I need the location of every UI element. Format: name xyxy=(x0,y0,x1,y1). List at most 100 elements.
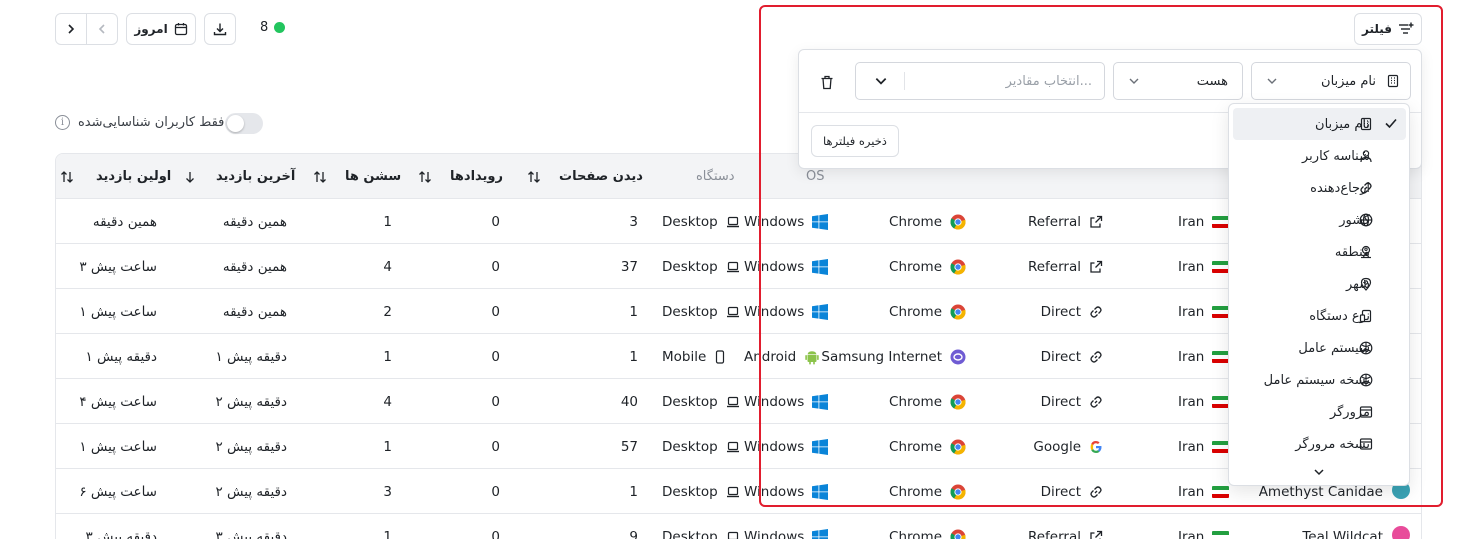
external-link-icon xyxy=(1090,530,1103,539)
first-visit-cell: ۳ ساعت پیش xyxy=(79,258,157,275)
trash-icon xyxy=(821,75,833,89)
live-status-dot xyxy=(274,22,286,33)
check-icon xyxy=(1384,116,1398,130)
filter-field-option[interactable]: کشور xyxy=(1233,204,1406,236)
filter-field-option[interactable]: شناسه کاربر xyxy=(1233,140,1406,172)
column-sessions[interactable]: سشن ها xyxy=(313,154,401,199)
scroll-more-button[interactable] xyxy=(1229,460,1409,484)
save-filters-button[interactable]: ذخیره فیلترها xyxy=(811,125,899,157)
events-cell: 0 xyxy=(491,303,500,320)
column-last-visit-label: آخرین بازدید xyxy=(216,169,296,184)
table-row[interactable]: همین دقیقه همین دقیقه 1 0 3 Desktop Windows Chr… xyxy=(56,199,1421,244)
table-row[interactable]: ۶ ساعت پیش ۲ دقیقه پیش 3 0 1 Desktop Windows Ch… xyxy=(56,469,1421,514)
filter-label: فیلتر xyxy=(1361,22,1393,36)
last-visit-cell: ۱ دقیقه پیش xyxy=(215,348,288,365)
os-cell: Windows xyxy=(744,199,829,244)
last-visit-cell: همین دقیقه xyxy=(222,258,287,275)
filter-field-option[interactable]: شهر xyxy=(1233,268,1406,300)
column-last-visit[interactable]: آخرین بازدید xyxy=(184,154,295,199)
column-device: دستگاه xyxy=(696,169,735,184)
column-first-visit[interactable]: اولین بازدید xyxy=(60,154,171,199)
table-row[interactable]: ۳ دقیقه پیش ۳ دقیقه پیش 1 0 9 Desktop Windows C… xyxy=(56,514,1421,539)
table-row[interactable]: ۱ ساعت پیش ۲ دقیقه پیش 1 0 57 Desktop Windows C… xyxy=(56,424,1421,469)
device-cell: Desktop xyxy=(662,199,740,244)
device-cell: Desktop xyxy=(662,469,740,514)
iran-flag-icon xyxy=(1212,215,1230,228)
table-row[interactable]: ۴ ساعت پیش ۲ دقیقه پیش 4 0 40 Desktop Windows C… xyxy=(56,379,1421,424)
chrome-icon xyxy=(950,304,966,320)
filter-field-option[interactable]: نسخه مرورگر xyxy=(1233,428,1406,460)
filter-field-select[interactable]: نام میزبان xyxy=(1251,62,1411,100)
first-visit-cell: همین دقیقه xyxy=(92,213,157,230)
device-cell: Desktop xyxy=(662,244,740,289)
filter-operator-select[interactable]: هست xyxy=(1113,62,1243,100)
info-icon: i xyxy=(55,115,70,130)
first-visit-cell: ۶ ساعت پیش xyxy=(79,483,157,500)
users-table: اولین بازدید آخرین بازدید سشن ها رویداده… xyxy=(55,153,1422,539)
building-icon xyxy=(1387,74,1399,88)
sessions-cell: 4 xyxy=(383,393,392,410)
globe-icon xyxy=(1359,213,1373,227)
browser-cell: Chrome xyxy=(889,199,966,244)
filter-field-option[interactable]: نوع دستگاه xyxy=(1233,300,1406,332)
os-icon xyxy=(1359,373,1373,387)
country-cell: Iran xyxy=(1178,199,1230,244)
table-row[interactable]: ۱ ساعت پیش همین دقیقه 2 0 1 Desktop Windows Chr… xyxy=(56,289,1421,334)
user-name-cell[interactable]: Teal Wildcat xyxy=(1302,514,1383,539)
table-row[interactable]: ۳ ساعت پیش همین دقیقه 4 0 37 Desktop Windows Ch… xyxy=(56,244,1421,289)
filter-field-option[interactable]: نام میزبان xyxy=(1233,108,1406,140)
last-visit-cell: ۲ دقیقه پیش xyxy=(215,483,288,500)
filter-values-select[interactable]: انتخاب مقادیر... xyxy=(855,62,1105,100)
laptop-icon xyxy=(726,261,739,272)
first-visit-cell: ۱ دقیقه پیش xyxy=(85,348,158,365)
delete-filter-button[interactable] xyxy=(817,72,837,92)
os-cell: Windows xyxy=(744,289,829,334)
sort-desc-icon xyxy=(186,171,194,183)
sessions-cell: 2 xyxy=(383,303,392,320)
laptop-icon xyxy=(727,531,738,539)
windows-icon xyxy=(812,483,829,500)
filter-field-option[interactable]: مرورگر xyxy=(1233,396,1406,428)
filter-field-option-label: نسخه سیستم عامل xyxy=(1263,372,1370,388)
table-row[interactable]: ۱ دقیقه پیش ۱ دقیقه پیش 1 0 1 Mobile Android Sa… xyxy=(56,334,1421,379)
filter-field-option[interactable]: نسخه سیستم عامل xyxy=(1233,364,1406,396)
browser-cell: Chrome xyxy=(889,289,966,334)
browser-cell: Chrome xyxy=(889,514,966,539)
chrome-icon xyxy=(950,259,966,275)
country-cell: Iran xyxy=(1178,334,1230,379)
prev-button[interactable] xyxy=(86,13,118,45)
pageviews-cell: 57 xyxy=(620,438,638,455)
map-pin-icon xyxy=(1359,277,1373,291)
chevron-down-icon xyxy=(875,78,887,85)
first-visit-cell: ۴ ساعت پیش xyxy=(79,393,157,410)
laptop-icon xyxy=(726,486,739,497)
laptop-icon xyxy=(726,396,739,407)
windows-icon xyxy=(812,393,829,410)
column-events[interactable]: رویدادها xyxy=(418,154,503,199)
samsung-internet-icon xyxy=(950,349,966,364)
events-cell: 0 xyxy=(491,483,500,500)
filter-field-option[interactable]: ارجاع‌دهنده xyxy=(1233,172,1406,204)
filter-field-dropdown: نام میزبان شناسه کاربر ارجاع‌دهنده کشور منطق… xyxy=(1228,103,1410,486)
channel-cell: Referral xyxy=(1028,244,1103,289)
browser-cell: Chrome xyxy=(889,469,966,514)
windows-icon xyxy=(812,213,829,230)
identified-only-toggle[interactable] xyxy=(225,113,263,134)
pageviews-cell: 37 xyxy=(620,258,638,275)
date-range-label: امروز xyxy=(134,22,168,36)
laptop-icon xyxy=(726,441,739,452)
filter-field-option[interactable]: منطقه xyxy=(1233,236,1406,268)
filter-button[interactable]: فیلتر xyxy=(1354,13,1422,45)
device-cell: Desktop xyxy=(662,424,740,469)
device-cell: Desktop xyxy=(662,289,740,334)
chevron-down-icon xyxy=(1129,78,1139,84)
filter-field-option[interactable]: سیستم عامل xyxy=(1233,332,1406,364)
chevron-down-icon xyxy=(1267,78,1277,84)
download-button[interactable] xyxy=(204,13,236,45)
country-cell: Iran xyxy=(1178,514,1230,539)
date-range-button[interactable]: امروز xyxy=(126,13,196,45)
column-pageviews[interactable]: دیدن صفحات xyxy=(527,154,643,199)
pageviews-cell: 1 xyxy=(629,303,638,320)
sessions-cell: 1 xyxy=(383,213,392,230)
next-button[interactable] xyxy=(55,13,87,45)
